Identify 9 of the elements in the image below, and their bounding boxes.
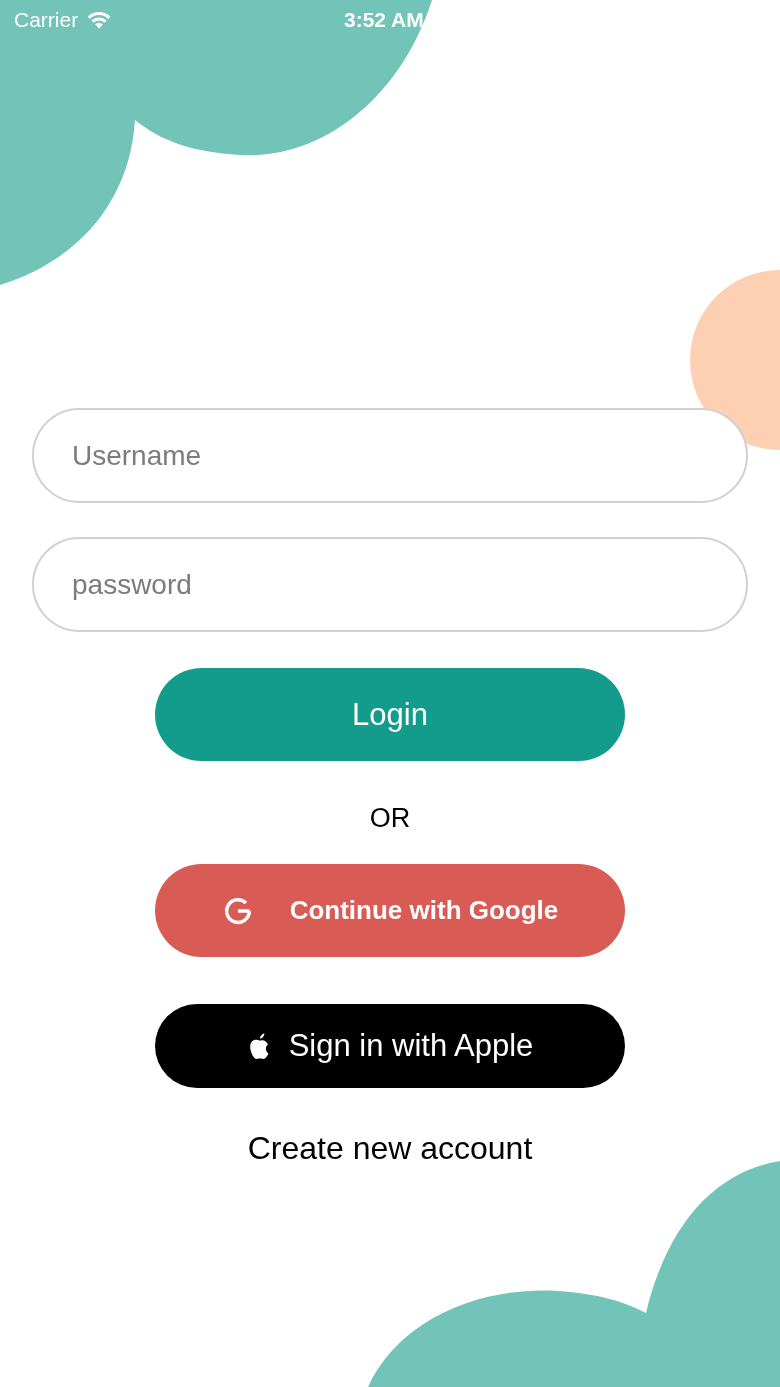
separator-text: OR <box>369 803 411 834</box>
status-time: 3:52 AM <box>344 8 424 32</box>
username-field[interactable]: Username <box>32 408 748 503</box>
carrier-name: Carrier <box>14 8 79 32</box>
password-field[interactable]: password <box>32 537 748 632</box>
google-button[interactable]: Continue with Google <box>155 864 625 957</box>
wifi-icon <box>86 10 113 30</box>
create-account-link[interactable]: Create new account <box>247 1130 533 1167</box>
apple-button[interactable]: Sign in with Apple <box>155 1004 625 1088</box>
